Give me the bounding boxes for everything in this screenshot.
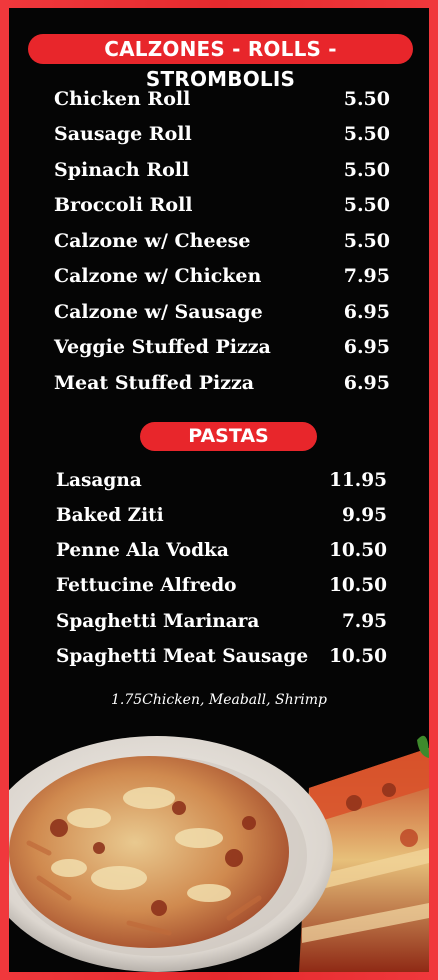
menu-item: Fettucine Alfredo 10.50 [9, 575, 429, 605]
item-price: 6.95 [343, 372, 390, 394]
menu-item: Veggie Stuffed Pizza 6.95 [9, 336, 429, 366]
item-name: Spinach Roll [54, 159, 190, 181]
item-price: 6.95 [343, 336, 390, 358]
menu-item: Chicken Roll 5.50 [9, 88, 429, 118]
item-price: 5.50 [343, 88, 390, 110]
item-price: 5.50 [343, 123, 390, 145]
menu-item: Spaghetti Meat Sausage 10.50 [9, 646, 429, 676]
item-name: Meat Stuffed Pizza [54, 372, 255, 394]
item-price: 5.50 [343, 230, 390, 252]
item-name: Fettucine Alfredo [56, 575, 237, 596]
menu-board-frame: CALZONES - ROLLS - STROMBOLIS Chicken Ro… [0, 0, 438, 980]
item-name: Chicken Roll [54, 88, 191, 110]
section-header-calzones: CALZONES - ROLLS - STROMBOLIS [28, 34, 413, 91]
item-name: Spaghetti Marinara [56, 611, 260, 632]
menu-panel: CALZONES - ROLLS - STROMBOLIS Chicken Ro… [9, 8, 429, 972]
item-price: 5.50 [343, 159, 390, 181]
menu-item: Spinach Roll 5.50 [9, 159, 429, 189]
item-name: Veggie Stuffed Pizza [54, 336, 271, 358]
menu-item: Baked Ziti 9.95 [9, 505, 429, 535]
item-name: Baked Ziti [56, 505, 164, 526]
item-price: 6.95 [343, 301, 390, 323]
item-name: Penne Ala Vodka [56, 540, 229, 561]
menu-item: Spaghetti Marinara 7.95 [9, 611, 429, 641]
item-name: Calzone w/ Sausage [54, 301, 263, 323]
menu-item: Calzone w/ Cheese 5.50 [9, 230, 429, 260]
menu-item: Sausage Roll 5.50 [9, 123, 429, 153]
item-price: 5.50 [343, 194, 390, 216]
menu-item: Broccoli Roll 5.50 [9, 194, 429, 224]
item-name: Sausage Roll [54, 123, 192, 145]
menu-item: Lasagna 11.95 [9, 470, 429, 500]
item-price: 9.95 [341, 505, 387, 526]
section-header-pastas: PASTAS [140, 422, 317, 451]
item-name: Spaghetti Meat Sausage [56, 646, 309, 667]
item-name: Lasagna [56, 470, 142, 491]
item-price: 7.95 [343, 265, 390, 287]
baked-ziti-plate-image [9, 736, 333, 972]
menu-item: Meat Stuffed Pizza 6.95 [9, 372, 429, 402]
menu-item: Calzone w/ Chicken 7.95 [9, 265, 429, 295]
add-ons-note: 1.75Chicken, Meaball, Shrimp [110, 692, 328, 708]
item-price: 10.50 [329, 575, 387, 596]
food-photo [9, 735, 429, 972]
item-price: 10.50 [329, 646, 387, 667]
item-price: 7.95 [341, 611, 387, 632]
menu-item: Penne Ala Vodka 10.50 [9, 540, 429, 570]
item-name: Calzone w/ Chicken [54, 265, 262, 287]
item-price: 11.95 [329, 470, 387, 491]
menu-item: Calzone w/ Sausage 6.95 [9, 301, 429, 331]
item-name: Broccoli Roll [54, 194, 193, 216]
item-price: 10.50 [329, 540, 387, 561]
item-name: Calzone w/ Cheese [54, 230, 251, 252]
